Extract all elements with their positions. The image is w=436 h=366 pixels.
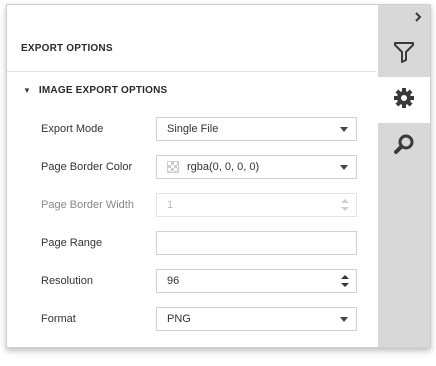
page-border-width-spinner: 1 bbox=[156, 193, 357, 217]
spinner-buttons[interactable] bbox=[340, 272, 350, 290]
page-border-color-row: Page Border Color rgba(0, 0, 0, 0) bbox=[7, 155, 376, 181]
format-label: Format bbox=[41, 313, 76, 325]
image-export-options-group-header[interactable]: ▼ IMAGE EXPORT OPTIONS bbox=[23, 82, 167, 98]
search-icon bbox=[393, 133, 415, 160]
tab-settings[interactable] bbox=[378, 77, 430, 123]
format-row: Format PNG bbox=[7, 307, 376, 333]
page-range-input[interactable] bbox=[156, 231, 357, 255]
dropdown-arrow-icon[interactable] bbox=[340, 165, 348, 170]
export-mode-select[interactable]: Single File bbox=[156, 117, 357, 141]
panel-title: EXPORT OPTIONS bbox=[21, 43, 113, 54]
format-value: PNG bbox=[167, 313, 191, 325]
triangle-down-icon: ▼ bbox=[23, 85, 31, 95]
export-options-content: EXPORT OPTIONS ▼ IMAGE EXPORT OPTIONS Ex… bbox=[7, 5, 376, 347]
resolution-label: Resolution bbox=[41, 275, 93, 287]
page-range-label: Page Range bbox=[41, 237, 103, 249]
dropdown-arrow-icon[interactable] bbox=[340, 127, 348, 132]
spin-up-icon[interactable] bbox=[341, 275, 349, 279]
page-border-width-value: 1 bbox=[167, 199, 174, 211]
chevron-right-icon[interactable] bbox=[410, 9, 426, 25]
format-select[interactable]: PNG bbox=[156, 307, 357, 331]
panel-tab-strip bbox=[378, 5, 430, 347]
spin-down-icon[interactable] bbox=[341, 283, 349, 287]
color-swatch-icon bbox=[167, 161, 179, 173]
export-mode-value: Single File bbox=[167, 123, 219, 135]
page-border-width-label: Page Border Width bbox=[41, 199, 134, 211]
title-divider bbox=[7, 71, 376, 72]
spin-down-icon bbox=[341, 207, 349, 211]
export-mode-row: Export Mode Single File bbox=[7, 117, 376, 143]
page-border-color-label: Page Border Color bbox=[41, 161, 133, 173]
dropdown-arrow-icon[interactable] bbox=[340, 317, 348, 322]
properties-panel: EXPORT OPTIONS ▼ IMAGE EXPORT OPTIONS Ex… bbox=[6, 4, 431, 348]
page-border-color-picker[interactable]: rgba(0, 0, 0, 0) bbox=[156, 155, 357, 179]
group-title: IMAGE EXPORT OPTIONS bbox=[38, 84, 168, 96]
filter-icon bbox=[394, 41, 414, 68]
resolution-spinner[interactable]: 96 bbox=[156, 269, 357, 293]
resolution-value: 96 bbox=[167, 275, 180, 287]
page-border-color-value: rgba(0, 0, 0, 0) bbox=[187, 161, 260, 173]
export-mode-label: Export Mode bbox=[41, 123, 104, 135]
tab-search[interactable] bbox=[378, 123, 430, 169]
spin-up-icon bbox=[341, 199, 349, 203]
gear-icon bbox=[393, 87, 415, 114]
page-range-row: Page Range bbox=[7, 231, 376, 257]
resolution-row: Resolution 96 bbox=[7, 269, 376, 295]
page-border-width-row: Page Border Width 1 bbox=[7, 193, 376, 219]
spinner-buttons bbox=[340, 196, 350, 214]
tab-filters[interactable] bbox=[378, 31, 430, 77]
